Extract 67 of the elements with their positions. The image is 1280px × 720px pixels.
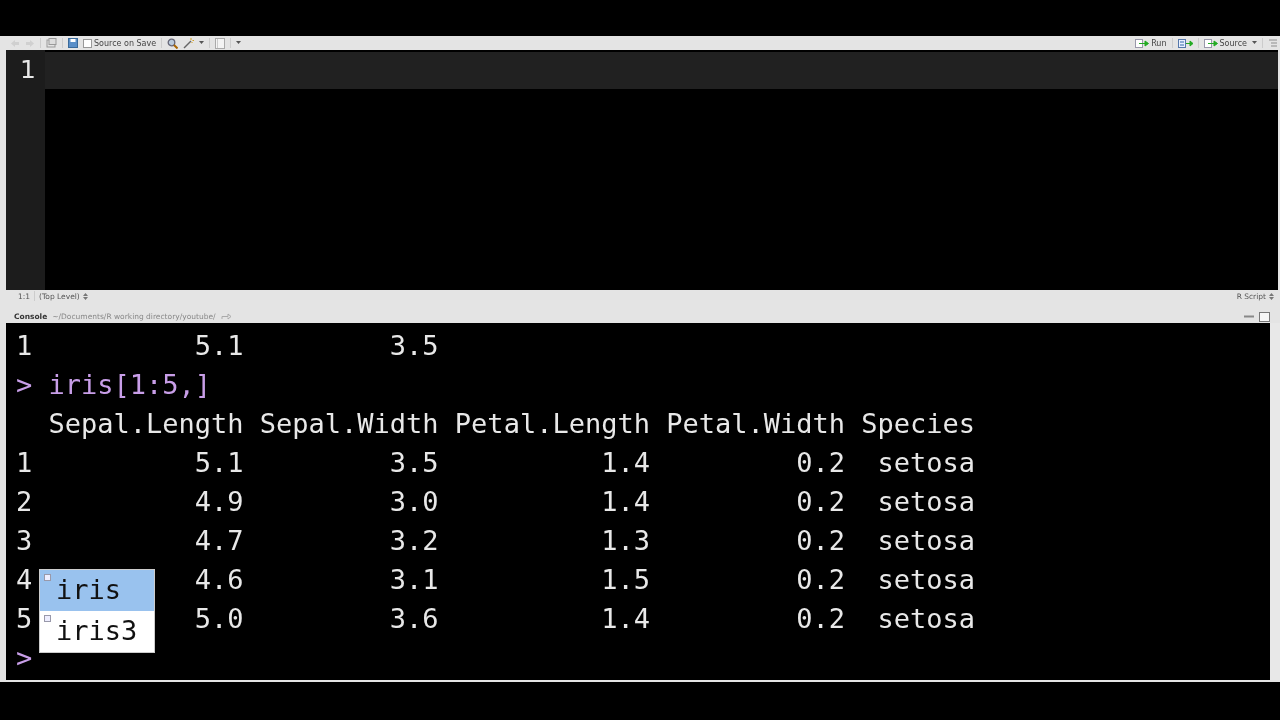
document-icon[interactable] (215, 37, 226, 49)
table-cell-text: setosa (877, 602, 976, 636)
table-cell-text: 1.5 (601, 563, 650, 597)
table-cell-text: 5.1 (194, 329, 244, 363)
table-cell-text: 0.2 (796, 602, 845, 636)
source-button[interactable]: Source (1203, 38, 1247, 48)
table-cell-text: 1.4 (601, 446, 650, 480)
prompt: > (16, 642, 33, 673)
arrow-icon[interactable] (1135, 38, 1150, 48)
row-number: 4 (16, 563, 33, 597)
table-cell-text: 3.5 (389, 446, 439, 480)
checkbox[interactable] (83, 38, 92, 48)
table-cell-text: 5.0 (194, 602, 244, 636)
table-cell-text: setosa (877, 485, 976, 519)
column-header: Species (861, 407, 976, 441)
row-number: 1 (16, 446, 33, 480)
row-number: 2 (16, 485, 33, 519)
updown-icon[interactable] (1269, 292, 1274, 300)
source-on-save-checkbox[interactable]: Source on Save (83, 38, 157, 48)
column-header: Petal.Width (666, 407, 845, 441)
table-cell-text: 3.5 (389, 329, 439, 363)
table-cell-text: 1.4 (601, 602, 650, 636)
completion-item[interactable]: iris3 (40, 611, 154, 652)
column-header: Sepal.Width (259, 407, 439, 441)
line-number: 1 (19, 56, 36, 84)
table-cell-text: 0.2 (796, 446, 845, 480)
row-number: 3 (16, 524, 33, 558)
search-icon[interactable] (167, 37, 179, 49)
prompt: > (16, 369, 33, 400)
row-number: 1 (16, 329, 33, 363)
table-cell-text: 0.2 (796, 485, 845, 519)
table-cell-text: 3.0 (389, 485, 439, 519)
row-number: 5 (16, 602, 33, 636)
arrow-icon[interactable] (1203, 38, 1218, 48)
console-command: iris[1:5,] (48, 369, 212, 400)
table-cell-text: setosa (877, 563, 976, 597)
caret-icon[interactable] (199, 41, 205, 45)
scrollbar[interactable] (1270, 323, 1280, 680)
maximize-icon[interactable] (1259, 311, 1270, 322)
run-button[interactable]: Run (1135, 38, 1167, 48)
table-cell-text: 3.1 (389, 563, 439, 597)
outline-icon[interactable] (1268, 38, 1278, 48)
table-cell-text: 4.6 (194, 563, 244, 597)
table-cell-text: setosa (877, 524, 976, 558)
object-icon (44, 615, 51, 622)
table-cell-text: 0.2 (796, 563, 845, 597)
wand-icon[interactable] (183, 37, 195, 49)
window-icon[interactable] (46, 38, 57, 48)
column-header: Petal.Length (454, 407, 650, 441)
column-header: Sepal.Length (48, 407, 244, 441)
table-cell-text: 4.7 (194, 524, 244, 558)
minimize-icon[interactable] (1244, 315, 1254, 318)
caret-icon[interactable] (236, 41, 242, 45)
caret-icon[interactable] (1252, 41, 1257, 45)
table-cell-text: 1.3 (601, 524, 650, 558)
table-cell-text: 1.4 (601, 485, 650, 519)
completion-item[interactable]: iris (40, 570, 154, 611)
object-icon (44, 574, 51, 581)
updown-icon[interactable] (82, 292, 88, 300)
save-icon[interactable] (68, 38, 78, 48)
rerun-icon[interactable] (1177, 38, 1193, 48)
table-cell-text: 0.2 (796, 524, 845, 558)
table-cell-text: 3.2 (389, 524, 439, 558)
table-cell-text: 3.6 (389, 602, 439, 636)
table-cell-text: setosa (877, 446, 976, 480)
table-cell-text: 4.9 (194, 485, 244, 519)
table-cell-text: 5.1 (194, 446, 244, 480)
